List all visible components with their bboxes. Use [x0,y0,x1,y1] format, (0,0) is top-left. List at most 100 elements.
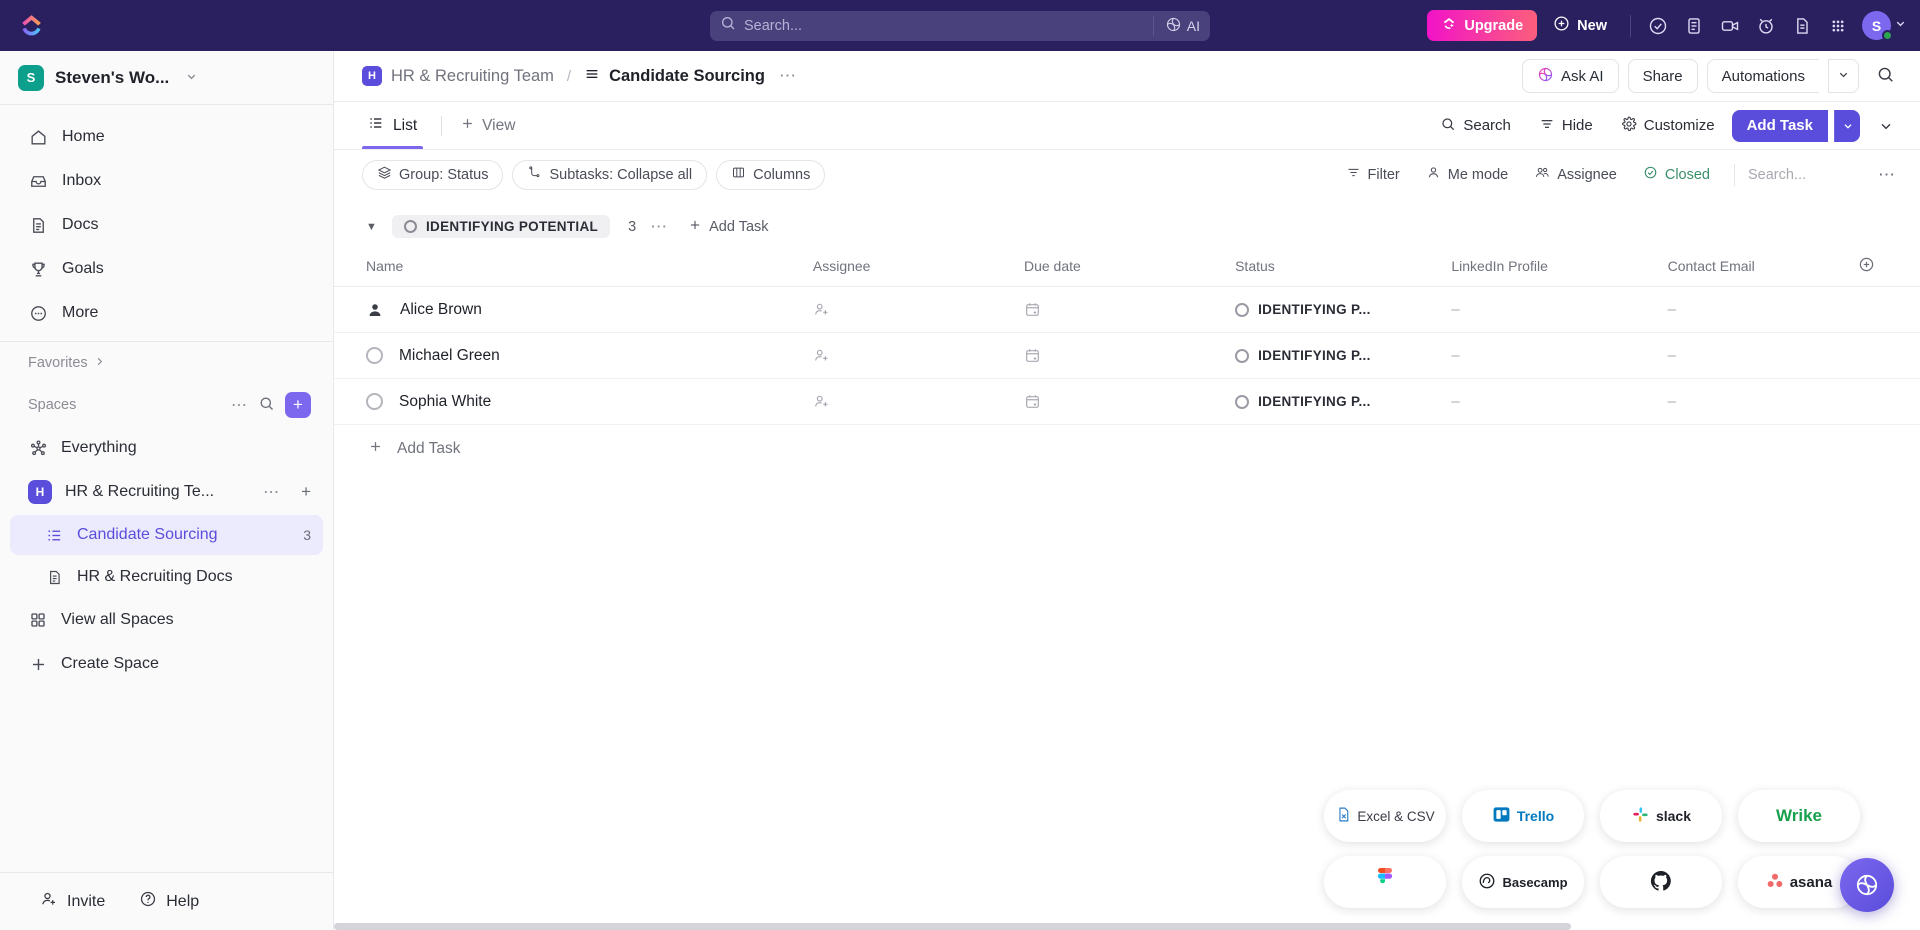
tab-list[interactable]: List [362,102,424,149]
columns-pill[interactable]: Columns [716,159,826,190]
ask-ai-button[interactable]: Ask AI [1522,59,1619,93]
clipboard-icon[interactable] [1678,10,1710,42]
me-mode-button[interactable]: Me mode [1415,160,1519,190]
sidebar-item-inbox[interactable]: Inbox [0,159,333,203]
group-more-icon[interactable]: ⋯ [650,217,668,237]
add-due-date-calendar-icon[interactable] [1024,301,1235,318]
breadcrumb-current-list[interactable]: Candidate Sourcing [584,66,765,87]
header-search-button[interactable] [1868,59,1902,93]
task-name-cell[interactable]: Michael Green [334,332,813,379]
viewbar-overflow-button[interactable] [1870,110,1902,142]
sidebar-space-hr-recruiting-team[interactable]: H HR & Recruiting Te... ⋯ + [0,470,333,514]
customize-button[interactable]: Customize [1610,110,1726,142]
add-task-button[interactable]: Add Task [1731,109,1828,142]
workspace-selector[interactable]: S Steven's Wo... [0,51,333,104]
breadcrumb-more-icon[interactable]: ⋯ [779,66,797,86]
task-email-cell[interactable]: – [1667,286,1859,333]
integration-trello[interactable]: Trello [1462,790,1584,842]
sidebar-item-goals[interactable]: Goals [0,247,333,291]
inline-add-task-button[interactable]: Add Task [334,425,1920,473]
task-linkedin-cell[interactable]: – [1451,286,1668,333]
space-add-icon[interactable]: + [301,482,311,502]
automations-button[interactable]: Automations [1706,59,1819,93]
sidebar-item-home[interactable]: Home [0,115,333,159]
collapse-group-caret-icon[interactable]: ▼ [366,221,382,233]
sidebar-list-hr-recruiting-docs[interactable]: HR & Recruiting Docs [10,557,323,597]
table-row[interactable]: Alice Brown IDENTIFYING P... – – [334,286,1920,333]
help-button[interactable]: Help [139,890,199,913]
add-task-dropdown-button[interactable] [1834,109,1860,142]
group-by-status-pill[interactable]: Group: Status [362,159,504,190]
task-name-cell[interactable]: Alice Brown [334,286,813,333]
task-email-cell[interactable]: – [1667,332,1859,379]
integration-slack[interactable]: slack [1600,790,1722,842]
subtasks-pill[interactable]: Subtasks: Collapse all [512,159,708,190]
table-row[interactable]: Michael Green IDENTIFYING P... – – [334,332,1920,379]
filter-button[interactable]: Filter [1335,160,1411,190]
column-header-email[interactable]: Contact Email [1667,250,1859,287]
list-search-input[interactable] [1748,166,1868,183]
add-assignee-icon[interactable] [813,347,1024,364]
space-more-icon[interactable]: ⋯ [263,482,280,502]
automations-dropdown-button[interactable] [1828,59,1859,93]
task-linkedin-cell[interactable]: – [1451,332,1668,379]
group-add-task-button[interactable]: Add Task [688,218,769,236]
document-icon[interactable] [1786,10,1818,42]
hide-button[interactable]: Hide [1528,110,1604,142]
task-assignee-cell[interactable] [812,332,1024,379]
group-status-badge[interactable]: IDENTIFYING POTENTIAL [392,215,611,238]
share-button[interactable]: Share [1627,59,1698,93]
sidebar-list-candidate-sourcing[interactable]: Candidate Sourcing 3 [10,515,323,555]
column-header-due-date[interactable]: Due date [1023,250,1236,287]
task-due-date-cell[interactable] [1023,378,1236,425]
task-assignee-cell[interactable] [812,286,1024,333]
spaces-more-icon[interactable]: ⋯ [231,395,248,415]
filter-more-icon[interactable]: ⋯ [1872,165,1902,185]
user-avatar-menu[interactable]: S [1862,11,1907,41]
task-linkedin-cell[interactable]: – [1451,378,1668,425]
sidebar-view-all-spaces[interactable]: View all Spaces [0,598,333,642]
sidebar-item-docs[interactable]: Docs [0,203,333,247]
column-header-add[interactable] [1858,250,1920,287]
column-header-linkedin[interactable]: LinkedIn Profile [1451,250,1668,287]
sidebar-create-space[interactable]: Create Space [0,642,333,686]
task-name-cell[interactable]: Sophia White [334,378,813,425]
search-ai-button[interactable]: AI [1152,15,1200,36]
task-due-date-cell[interactable] [1023,332,1236,379]
help-assistant-fab[interactable] [1840,858,1894,912]
column-header-assignee[interactable]: Assignee [812,250,1024,287]
video-camera-icon[interactable] [1714,10,1746,42]
closed-filter-button[interactable]: Closed [1632,160,1721,190]
column-header-status[interactable]: Status [1235,250,1452,287]
assignee-button[interactable]: Assignee [1523,160,1628,190]
add-assignee-icon[interactable] [813,393,1024,410]
view-search-button[interactable]: Search [1429,110,1522,142]
create-space-plus-button[interactable]: + [285,392,311,418]
add-column-icon[interactable] [1858,256,1875,273]
sidebar-item-more[interactable]: More [0,291,333,335]
table-row[interactable]: Sophia White IDENTIFYING P... – – [334,378,1920,425]
checkmark-circle-icon[interactable] [1642,10,1674,42]
add-assignee-icon[interactable] [813,301,1024,318]
add-due-date-calendar-icon[interactable] [1024,347,1235,364]
task-status-ring-icon[interactable] [366,347,383,364]
add-due-date-calendar-icon[interactable] [1024,393,1235,410]
alarm-clock-icon[interactable] [1750,10,1782,42]
task-due-date-cell[interactable] [1023,286,1236,333]
task-status-ring-icon[interactable] [366,393,383,410]
new-button[interactable]: New [1541,10,1619,41]
upgrade-button[interactable]: Upgrade [1427,10,1538,41]
integration-figma[interactable] [1324,856,1446,908]
integration-basecamp[interactable]: Basecamp [1462,856,1584,908]
task-person-icon[interactable] [366,301,384,319]
task-status-cell[interactable]: IDENTIFYING P... [1235,332,1452,379]
task-status-cell[interactable]: IDENTIFYING P... [1235,378,1452,425]
spaces-search-icon[interactable] [258,395,275,416]
task-assignee-cell[interactable] [812,378,1024,425]
scrollbar-thumb[interactable] [334,923,1572,930]
task-email-cell[interactable]: – [1667,378,1859,425]
task-status-cell[interactable]: IDENTIFYING P... [1235,286,1452,333]
clickup-logo-icon[interactable] [8,13,54,38]
apps-grid-icon[interactable] [1822,10,1854,42]
integration-excel-csv[interactable]: Excel & CSV [1324,790,1446,842]
